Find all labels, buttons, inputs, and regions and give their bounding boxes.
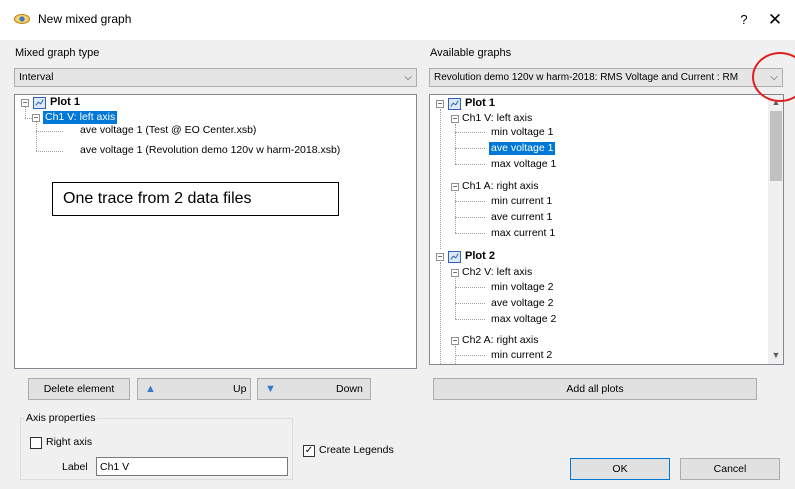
tree-axis-ch2a-right[interactable]: Ch2 A: right axis xyxy=(462,334,538,347)
plot-icon xyxy=(448,98,461,110)
axis-label-input[interactable] xyxy=(96,457,288,476)
tree-plot-1[interactable]: Plot 1 xyxy=(465,97,495,110)
axis-properties-label: Axis properties xyxy=(24,412,98,424)
axis-label-caption: Label xyxy=(62,461,88,473)
tree-axis-ch1v-left[interactable]: Ch1 V: left axis xyxy=(43,111,118,124)
collapse-axis-icon[interactable]: − xyxy=(451,183,459,191)
tree-item-min-current-1[interactable]: min current 1 xyxy=(491,195,552,208)
collapse-axis-icon[interactable]: − xyxy=(451,269,459,277)
collapse-plot-2-icon[interactable]: − xyxy=(436,253,444,261)
up-button[interactable]: ▲ Up xyxy=(137,378,251,400)
collapse-axis-icon[interactable]: − xyxy=(32,114,40,122)
tree-trace-item-2[interactable]: ave voltage 1 (Revolution demo 120v w ha… xyxy=(80,144,340,157)
right-axis-label: Right axis xyxy=(46,436,93,448)
down-label: Down xyxy=(336,383,363,395)
tree-item-min-voltage-1[interactable]: min voltage 1 xyxy=(491,126,553,139)
delete-element-button[interactable]: Delete element xyxy=(28,378,130,400)
collapse-plot-1-icon[interactable]: − xyxy=(21,99,29,107)
tree-plot-2[interactable]: Plot 2 xyxy=(465,250,495,263)
available-graphs-select[interactable]: Revolution demo 120v w harm-2018: RMS Vo… xyxy=(429,68,783,87)
mixed-graph-type-label: Mixed graph type xyxy=(15,47,100,59)
tree-item-max-current-1[interactable]: max current 1 xyxy=(491,227,555,240)
tree-axis-ch1v-left[interactable]: Ch1 V: left axis xyxy=(462,112,532,125)
plot-icon xyxy=(33,97,46,109)
available-graphs-tree[interactable]: − Plot 1 − Ch1 V: left axis min voltage … xyxy=(429,94,784,365)
collapse-axis-icon[interactable]: − xyxy=(451,337,459,345)
tree-axis-ch2v-left[interactable]: Ch2 V: left axis xyxy=(462,266,532,279)
tree-item-min-current-2[interactable]: min current 2 xyxy=(491,349,552,362)
scrollbar-thumb[interactable] xyxy=(770,111,782,181)
tree-item-min-voltage-2[interactable]: min voltage 2 xyxy=(491,281,553,294)
up-label: Up xyxy=(233,383,247,395)
tree-item-ave-voltage-1[interactable]: ave voltage 1 xyxy=(489,142,556,155)
available-graphs-value: Revolution demo 120v w harm-2018: RMS Vo… xyxy=(434,72,739,83)
app-eye-icon xyxy=(14,14,30,24)
add-all-plots-button[interactable]: Add all plots xyxy=(433,378,757,400)
close-button[interactable]: ✕ xyxy=(764,9,786,31)
plot-icon xyxy=(448,251,461,263)
tree-item-ave-voltage-2[interactable]: ave voltage 2 xyxy=(491,297,553,310)
window-title: New mixed graph xyxy=(38,12,132,26)
cancel-button[interactable]: Cancel xyxy=(680,458,780,480)
collapse-plot-1-icon[interactable]: − xyxy=(436,100,444,108)
ok-button[interactable]: OK xyxy=(570,458,670,480)
annotation-note: One trace from 2 data files xyxy=(52,182,339,216)
mixed-graph-type-value: Interval xyxy=(19,71,54,83)
create-legends-label: Create Legends xyxy=(319,444,394,456)
arrow-down-icon: ▼ xyxy=(265,383,276,395)
tree-item-max-voltage-2[interactable]: max voltage 2 xyxy=(491,313,556,326)
right-axis-checkbox[interactable] xyxy=(30,437,42,449)
tree-item-ave-current-1[interactable]: ave current 1 xyxy=(491,211,552,224)
create-legends-checkbox[interactable]: ✓ xyxy=(303,445,315,457)
tree-trace-item-1[interactable]: ave voltage 1 (Test @ EO Center.xsb) xyxy=(80,124,256,137)
collapse-axis-icon[interactable]: − xyxy=(451,115,459,123)
chevron-down-icon[interactable]: ⌵ xyxy=(400,69,416,86)
scroll-down-icon[interactable]: ▼ xyxy=(770,350,782,360)
down-button[interactable]: ▼ Down xyxy=(257,378,371,400)
arrow-up-icon: ▲ xyxy=(145,383,156,395)
tree-axis-ch1a-right[interactable]: Ch1 A: right axis xyxy=(462,180,538,193)
help-button[interactable]: ? xyxy=(734,10,754,30)
tree-item-max-voltage-1[interactable]: max voltage 1 xyxy=(491,158,556,171)
available-graphs-label: Available graphs xyxy=(430,47,512,59)
mixed-graph-type-select[interactable]: Interval xyxy=(14,68,417,87)
tree-plot-1[interactable]: Plot 1 xyxy=(50,96,80,109)
